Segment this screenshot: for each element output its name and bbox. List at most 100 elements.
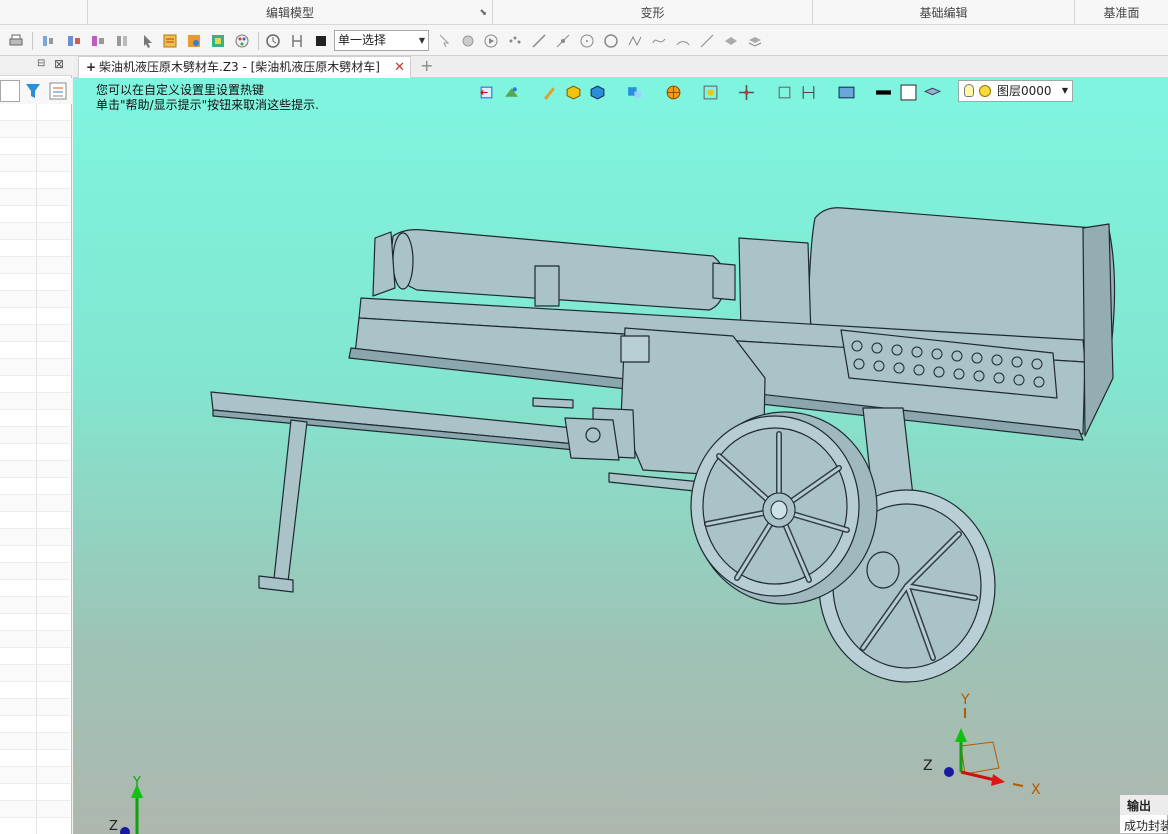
view-orient-icon[interactable]: [626, 84, 643, 101]
list-item[interactable]: [0, 189, 70, 206]
pen-icon[interactable]: [541, 84, 558, 101]
list-item[interactable]: [0, 257, 70, 274]
settings-list-icon[interactable]: [49, 82, 67, 100]
line-icon[interactable]: [531, 33, 547, 49]
selection-mode-dropdown[interactable]: 单一选择 ▼: [334, 30, 429, 51]
cube-icon[interactable]: [589, 84, 606, 101]
pick-icon[interactable]: [436, 33, 452, 49]
list-item[interactable]: [0, 172, 70, 189]
dimension-icon[interactable]: [800, 84, 817, 101]
list-item[interactable]: [0, 512, 70, 529]
list-item[interactable]: [0, 206, 70, 223]
list-item[interactable]: [0, 529, 70, 546]
pointer-icon[interactable]: [140, 33, 156, 49]
list-item[interactable]: [0, 274, 70, 291]
stop-icon[interactable]: [313, 33, 329, 49]
list-item[interactable]: [0, 410, 70, 427]
list-item[interactable]: [0, 784, 70, 801]
line-point-icon[interactable]: [555, 33, 571, 49]
frame-icon[interactable]: [776, 84, 793, 101]
filter-input[interactable]: [0, 80, 20, 102]
list-item[interactable]: [0, 291, 70, 308]
list-item[interactable]: [0, 342, 70, 359]
pick-filter-icon[interactable]: [460, 33, 476, 49]
new-tab-button[interactable]: +: [420, 56, 433, 76]
log-splitter-model[interactable]: Y X Z Y Z: [73, 78, 1168, 834]
list-item[interactable]: [0, 478, 70, 495]
list-item[interactable]: [0, 597, 70, 614]
pin-icon[interactable]: +: [86, 57, 96, 78]
list-item[interactable]: [0, 767, 70, 784]
close-icon[interactable]: ⊠: [54, 57, 64, 71]
image-icon[interactable]: [186, 33, 202, 49]
stack-icon[interactable]: [747, 33, 763, 49]
layers-icon[interactable]: [924, 84, 941, 101]
list-item[interactable]: [0, 427, 70, 444]
close-tab-icon[interactable]: ✕: [394, 57, 405, 78]
list-icon[interactable]: [162, 33, 178, 49]
circle-icon[interactable]: [603, 33, 619, 49]
filter-toggle-icon[interactable]: [289, 33, 305, 49]
history-icon[interactable]: [265, 33, 281, 49]
spline-icon[interactable]: [651, 33, 667, 49]
render-icon[interactable]: [838, 84, 855, 101]
dialog-launcher-icon[interactable]: ⬊: [479, 0, 487, 27]
list-item[interactable]: [0, 121, 70, 138]
print-icon[interactable]: [8, 33, 24, 49]
list-item[interactable]: [0, 682, 70, 699]
palette-icon[interactable]: [234, 33, 250, 49]
fillet-icon[interactable]: [723, 33, 739, 49]
mirror-icon[interactable]: [114, 33, 130, 49]
arc-icon[interactable]: [675, 33, 691, 49]
play-icon[interactable]: [483, 33, 499, 49]
list-item[interactable]: [0, 495, 70, 512]
list-item[interactable]: [0, 546, 70, 563]
list-item[interactable]: [0, 699, 70, 716]
table-icon[interactable]: [210, 33, 226, 49]
list-item[interactable]: [0, 818, 70, 834]
list-item[interactable]: [0, 240, 70, 257]
list-item[interactable]: [0, 750, 70, 767]
list-item[interactable]: [0, 614, 70, 631]
document-tab[interactable]: + 柴油机液压原木劈材车.Z3 - [柴油机液压原木劈材车] ✕: [78, 56, 411, 78]
list-item[interactable]: [0, 325, 70, 342]
circle-center-icon[interactable]: [579, 33, 595, 49]
list-item[interactable]: [0, 138, 70, 155]
list-item[interactable]: [0, 631, 70, 648]
shaded-cube-icon[interactable]: [565, 84, 582, 101]
color-swatch-icon[interactable]: [900, 84, 917, 101]
zoom-fit-icon[interactable]: [702, 84, 719, 101]
back-view-icon[interactable]: [478, 84, 495, 101]
list-item[interactable]: [0, 461, 70, 478]
list-item[interactable]: [0, 580, 70, 597]
list-item[interactable]: [0, 155, 70, 172]
section-icon[interactable]: [665, 84, 682, 101]
list-item[interactable]: [0, 716, 70, 733]
move-icon[interactable]: [66, 33, 82, 49]
list-item[interactable]: [0, 444, 70, 461]
copy-icon[interactable]: [90, 33, 106, 49]
3d-viewport[interactable]: Y X Z Y Z 您可以在自定义设置里设置热键 单击"帮助/显示提示"按钮来取…: [73, 78, 1168, 834]
list-item[interactable]: [0, 648, 70, 665]
list-item[interactable]: [0, 393, 70, 410]
list-item[interactable]: [0, 359, 70, 376]
display-mode-icon[interactable]: [503, 84, 520, 101]
tangent-icon[interactable]: [699, 33, 715, 49]
list-item[interactable]: [0, 665, 70, 682]
polyline-icon[interactable]: [627, 33, 643, 49]
list-item[interactable]: [0, 223, 70, 240]
line-style-icon[interactable]: [875, 84, 892, 101]
align-icon[interactable]: [40, 33, 56, 49]
list-item[interactable]: [0, 376, 70, 393]
list-item[interactable]: [0, 308, 70, 325]
column-divider: [36, 257, 37, 273]
list-item[interactable]: [0, 104, 70, 121]
layer-dropdown[interactable]: 图层0000 ▼: [958, 80, 1073, 102]
points-icon[interactable]: [507, 33, 523, 49]
filter-icon[interactable]: [25, 82, 41, 100]
restore-icon[interactable]: ⊟: [37, 58, 45, 69]
pan-icon[interactable]: [738, 84, 755, 101]
list-item[interactable]: [0, 801, 70, 818]
list-item[interactable]: [0, 733, 70, 750]
list-item[interactable]: [0, 563, 70, 580]
